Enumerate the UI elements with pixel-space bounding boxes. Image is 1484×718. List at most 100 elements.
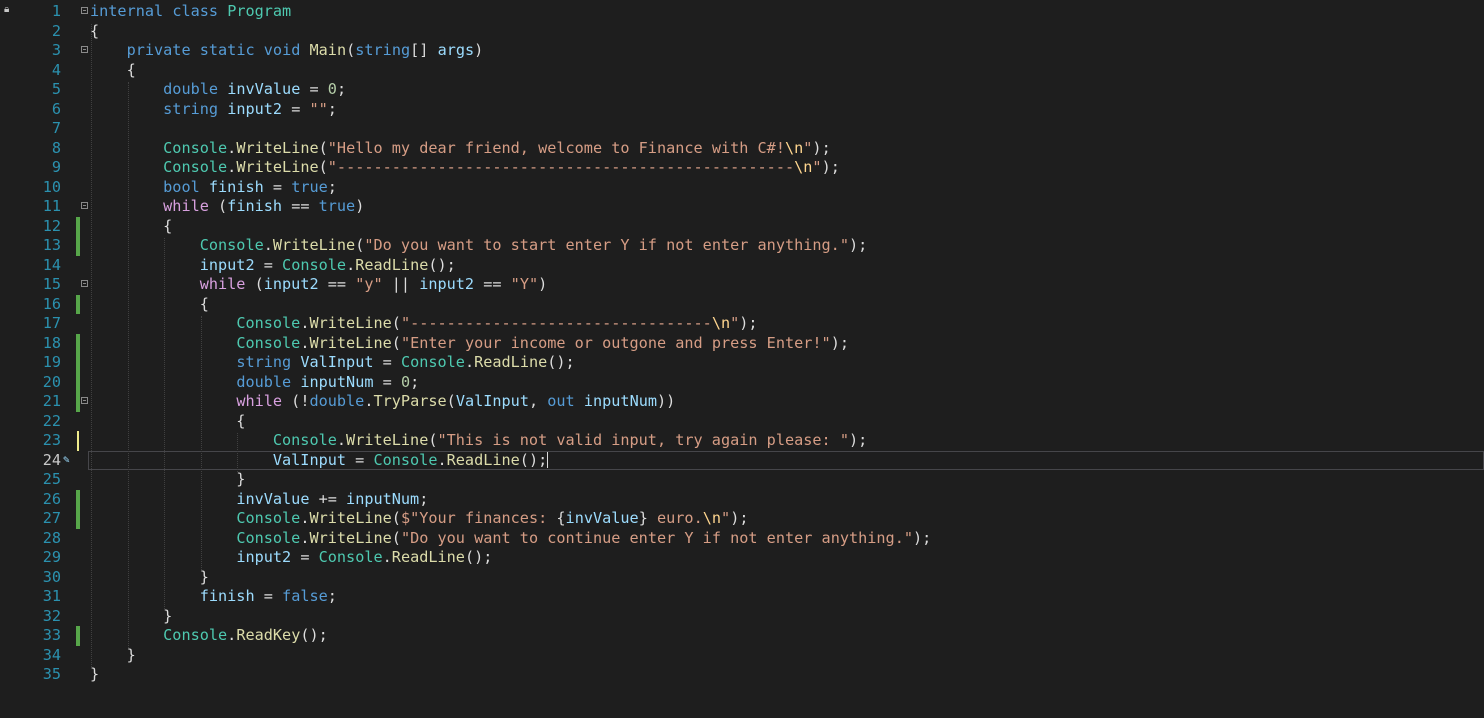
code-token: )) — [657, 392, 676, 410]
code-line[interactable]: 24 ✎ ValInput = Console.ReadLine(); — [0, 450, 1484, 471]
code-line[interactable]: 3 private static void Main(string[] args… — [0, 41, 1484, 61]
code-line[interactable]: 7 — [0, 119, 1484, 139]
code-text[interactable]: { — [90, 412, 245, 432]
code-text[interactable]: while (input2 == "y" || input2 == "Y") — [90, 275, 548, 295]
code-line[interactable]: 4 { — [0, 61, 1484, 81]
code-text[interactable]: invValue += inputNum; — [90, 490, 428, 510]
code-line[interactable]: 11 while (finish == true) — [0, 197, 1484, 217]
code-token: . — [227, 158, 237, 176]
code-token: { — [90, 216, 173, 235]
collapse-toggle-icon[interactable] — [81, 7, 88, 14]
code-line[interactable]: 17 Console.WriteLine("------------------… — [0, 314, 1484, 334]
saved-change-marker — [76, 236, 80, 256]
code-token: ReadLine — [474, 353, 548, 371]
code-text[interactable]: Console.WriteLine("---------------------… — [90, 314, 757, 334]
code-line[interactable]: 8 Console.WriteLine("Hello my dear frien… — [0, 139, 1484, 159]
code-text[interactable]: Console.WriteLine("Do you want to contin… — [90, 529, 931, 549]
code-text[interactable]: Console.WriteLine("This is not valid inp… — [90, 431, 867, 451]
code-text[interactable]: Console.WriteLine("Hello my dear friend,… — [90, 139, 831, 159]
code-token: string — [163, 99, 219, 118]
code-token: ; — [327, 587, 337, 605]
code-line[interactable]: 18 Console.WriteLine("Enter your income … — [0, 333, 1484, 354]
code-text[interactable]: private static void Main(string[] args) — [90, 41, 484, 61]
code-text[interactable]: input2 = Console.ReadLine(); — [90, 548, 492, 568]
code-text[interactable]: input2 = Console.ReadLine(); — [90, 256, 456, 276]
code-line[interactable]: 30 } — [0, 568, 1484, 588]
code-text[interactable]: string ValInput = Console.ReadLine(); — [90, 353, 574, 373]
line-number: 32 — [42, 606, 61, 625]
code-line[interactable]: 5 double invValue = 0; — [0, 80, 1484, 100]
code-token: input2 — [227, 99, 283, 118]
code-line[interactable]: 19 string ValInput = Console.ReadLine(); — [0, 353, 1484, 373]
code-token: bool — [163, 177, 200, 196]
code-editor[interactable]: 🔒︎ 1 internal class Program 2{3 private st… — [0, 0, 1484, 718]
collapse-toggle-icon[interactable] — [81, 202, 88, 209]
code-line[interactable]: 33 Console.ReadKey(); — [0, 626, 1484, 646]
code-token: += — [309, 489, 347, 508]
code-text[interactable]: internal class Program — [90, 2, 291, 22]
code-text[interactable]: } — [90, 665, 99, 685]
code-line[interactable]: 35} — [0, 665, 1484, 685]
code-line[interactable]: 29 input2 = Console.ReadLine(); — [0, 548, 1484, 568]
code-line[interactable]: 13 Console.WriteLine("Do you want to sta… — [0, 236, 1484, 256]
code-token: Console — [236, 528, 301, 547]
code-token: ) — [355, 197, 365, 215]
code-text[interactable]: } — [90, 568, 209, 588]
line-number: 21 — [42, 392, 61, 410]
code-token: inputNum — [583, 392, 658, 410]
line-number: 7 — [51, 119, 61, 137]
code-text[interactable]: Console.ReadKey(); — [90, 626, 328, 646]
code-text[interactable]: Console.WriteLine("Enter your income or … — [90, 334, 849, 354]
code-text[interactable]: while (finish == true) — [90, 197, 364, 217]
collapse-toggle-icon[interactable] — [81, 397, 88, 404]
code-token: Console — [163, 626, 228, 644]
code-text[interactable]: Console.WriteLine($"Your finances: {invV… — [90, 509, 748, 529]
quick-action-pencil-icon[interactable]: ✎ — [63, 453, 70, 466]
code-token: ); — [821, 158, 840, 176]
code-text[interactable]: { — [90, 217, 172, 237]
collapse-toggle-icon[interactable] — [81, 280, 88, 287]
code-text[interactable]: { — [90, 295, 209, 315]
code-line[interactable]: 27 Console.WriteLine($"Your finances: {i… — [0, 509, 1484, 529]
code-line[interactable]: 10 bool finish = true; — [0, 178, 1484, 198]
line-number: 9 — [51, 158, 61, 176]
code-text[interactable]: { — [90, 61, 136, 81]
code-token: WriteLine — [309, 314, 392, 332]
code-line[interactable]: 20 double inputNum = 0; — [0, 372, 1484, 393]
line-number: 10 — [42, 177, 61, 196]
code-text[interactable]: ValInput = Console.ReadLine(); — [90, 451, 549, 471]
code-line[interactable]: 26 invValue += inputNum; — [0, 489, 1484, 510]
code-token: args — [437, 41, 475, 59]
code-token: = — [263, 177, 292, 196]
code-line[interactable]: 9 Console.WriteLine("-------------------… — [0, 158, 1484, 178]
code-token: = — [373, 372, 401, 391]
code-text[interactable]: double inputNum = 0; — [90, 373, 419, 393]
code-text[interactable]: } — [90, 646, 136, 666]
code-text[interactable]: } — [90, 470, 245, 490]
collapse-toggle-icon[interactable] — [81, 46, 88, 53]
code-line[interactable]: 14 input2 = Console.ReadLine(); — [0, 256, 1484, 276]
code-token: "Do you want to start enter Y if not ent… — [364, 236, 849, 254]
code-line[interactable]: 1 internal class Program — [0, 2, 1484, 22]
code-line[interactable]: 31 finish = false; — [0, 587, 1484, 607]
code-token: finish — [199, 587, 255, 605]
code-line[interactable]: 12 { — [0, 216, 1484, 237]
code-text[interactable]: Console.WriteLine("---------------------… — [90, 158, 840, 178]
code-line[interactable]: 23 Console.WriteLine("This is not valid … — [0, 431, 1484, 451]
code-line[interactable]: 2{ — [0, 22, 1484, 42]
code-token: void — [263, 41, 301, 59]
code-line[interactable]: 22 { — [0, 412, 1484, 432]
code-line[interactable]: 25 } — [0, 470, 1484, 490]
code-text[interactable]: } — [90, 607, 172, 627]
code-line[interactable]: 15 while (input2 == "y" || input2 == "Y"… — [0, 275, 1484, 295]
code-line[interactable]: 32 } — [0, 607, 1484, 627]
code-line[interactable]: 28 Console.WriteLine("Do you want to con… — [0, 529, 1484, 549]
code-line[interactable]: 16 { — [0, 294, 1484, 315]
code-line[interactable]: 21 while (!double.TryParse(ValInput, out… — [0, 392, 1484, 412]
code-line[interactable]: 6 string input2 = ""; — [0, 100, 1484, 120]
code-text[interactable]: Console.WriteLine("Do you want to start … — [90, 236, 868, 256]
code-line[interactable]: 34 } — [0, 646, 1484, 666]
code-text[interactable]: while (!double.TryParse(ValInput, out in… — [90, 392, 675, 412]
